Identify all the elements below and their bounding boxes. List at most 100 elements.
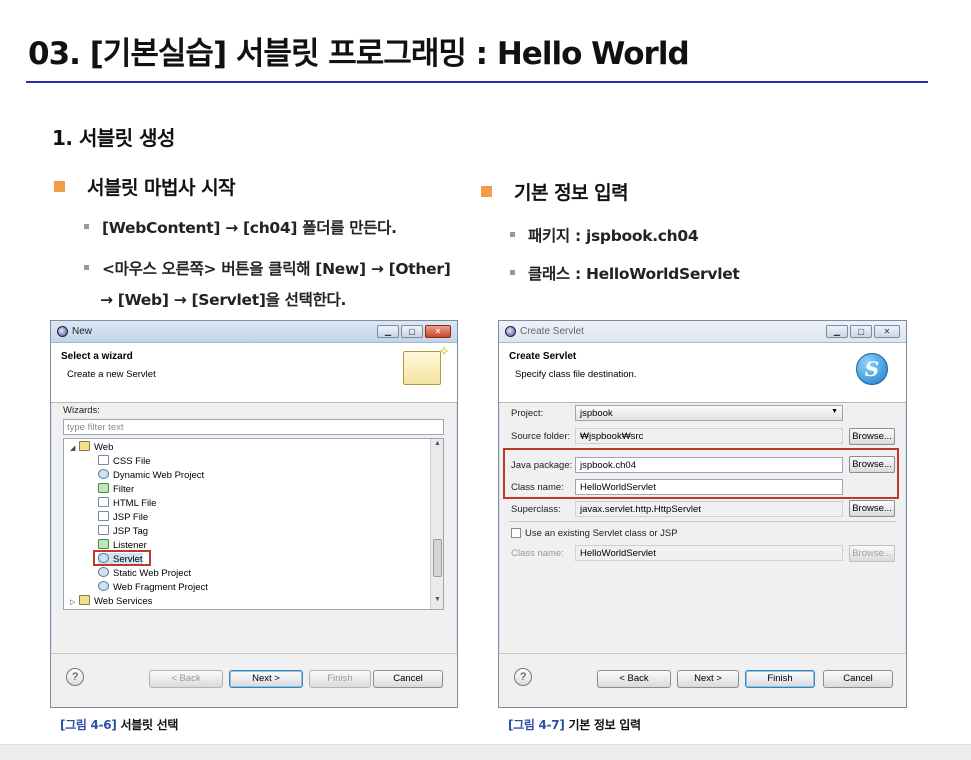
title-bar: New ▁ ▢ ✕: [51, 321, 457, 343]
bullet-square-icon: [481, 186, 492, 197]
vertical-scrollbar[interactable]: ▲ ▼: [430, 439, 443, 609]
bullet-dot-icon: [84, 265, 89, 270]
left-bullet-text: [WebContent] → [ch04] 폴더를 만든다.: [102, 219, 397, 237]
jsp-tag-icon: [98, 525, 109, 535]
browse-existing-button[interactable]: Browse...: [849, 545, 895, 562]
figure-caption-1: [그림 4-6] 서블릿 선택: [60, 716, 178, 733]
cancel-button[interactable]: Cancel: [823, 670, 893, 688]
minimize-button[interactable]: ▁: [377, 325, 399, 338]
maximize-button[interactable]: ▢: [850, 325, 872, 338]
source-folder-label: Source folder:: [511, 431, 571, 442]
browse-superclass-button[interactable]: Browse...: [849, 500, 895, 517]
left-bullet-continuation: → [Web] → [Servlet]을 선택한다.: [100, 291, 347, 309]
tree-item[interactable]: Static Web Project: [98, 567, 191, 579]
folder-icon: [79, 441, 90, 451]
tree-item[interactable]: Web Fragment Project: [98, 581, 208, 593]
bullet-dot-icon: [510, 270, 515, 275]
wizard-tree[interactable]: ◢ Web CSS File Dynamic Web Project Filter…: [63, 438, 444, 610]
filter-input[interactable]: type filter text: [63, 419, 444, 435]
section-heading: 1. 서블릿 생성: [52, 126, 175, 150]
folder-icon: [79, 595, 90, 605]
figure-caption-2: [그림 4-7] 기본 정보 입력: [508, 716, 641, 733]
window-title: New: [72, 326, 93, 337]
right-bullet-text: 패키지 : jspbook.ch04: [528, 227, 699, 245]
left-bullet: [WebContent] → [ch04] 폴더를 만든다.: [84, 216, 397, 238]
right-bullet: 패키지 : jspbook.ch04: [510, 224, 699, 246]
right-bullet: 클래스 : HelloWorldServlet: [510, 262, 740, 284]
separator: [509, 521, 896, 522]
title-divider: [26, 81, 928, 83]
use-existing-checkbox[interactable]: [511, 528, 521, 538]
eclipse-icon: [57, 326, 68, 337]
web-project-icon: [98, 469, 109, 479]
browse-source-button[interactable]: Browse...: [849, 428, 895, 445]
source-folder-field[interactable]: ₩jspbook₩src: [575, 428, 843, 444]
tree-item[interactable]: HTML File: [98, 497, 156, 509]
bullet-dot-icon: [84, 224, 89, 229]
bottom-bar: [0, 744, 971, 760]
caption-number: [그림 4-6]: [60, 718, 117, 732]
project-select[interactable]: jspbook ▼: [575, 405, 843, 421]
maximize-button[interactable]: ▢: [401, 325, 423, 338]
superclass-field[interactable]: javax.servlet.http.HttpServlet: [575, 501, 843, 517]
finish-button[interactable]: Finish: [309, 670, 371, 688]
tree-item[interactable]: JSP Tag: [98, 525, 148, 537]
highlight-box: [503, 448, 899, 499]
tree-item[interactable]: JSP File: [98, 511, 148, 523]
scroll-thumb[interactable]: [433, 539, 442, 577]
left-heading: 서블릿 마법사 시작: [54, 173, 236, 200]
window-title: Create Servlet: [520, 326, 584, 337]
scroll-down-icon[interactable]: ▼: [431, 596, 443, 608]
back-button[interactable]: < Back: [597, 670, 671, 688]
tree-item-web[interactable]: ◢ Web: [70, 441, 113, 453]
filter-icon: [98, 483, 109, 493]
header-title: Select a wizard: [61, 351, 133, 362]
page-title: 03. [기본실습] 서블릿 프로그래밍 : Hello World: [28, 36, 690, 72]
new-wizard-window: New ▁ ▢ ✕ Select a wizard Create a new S…: [50, 320, 458, 708]
class-name2-label: Class name:: [511, 548, 564, 559]
project-label: Project:: [511, 408, 544, 419]
wizard-footer: ? < Back Next > Finish Cancel: [51, 653, 457, 707]
tree-item-web-services[interactable]: ▷ Web Services: [70, 595, 152, 607]
bullet-square-icon: [54, 181, 65, 192]
collapse-icon[interactable]: ◢: [70, 444, 79, 452]
finish-button[interactable]: Finish: [745, 670, 815, 688]
expand-icon[interactable]: ▷: [70, 598, 79, 606]
listener-icon: [98, 539, 109, 549]
header-subtitle: Create a new Servlet: [67, 369, 156, 380]
close-button[interactable]: ✕: [425, 325, 451, 338]
cancel-button[interactable]: Cancel: [373, 670, 443, 688]
use-existing-label: Use an existing Servlet class or JSP: [525, 528, 678, 539]
caption-text: 기본 정보 입력: [568, 718, 642, 732]
minimize-button[interactable]: ▁: [826, 325, 848, 338]
header-title: Create Servlet: [509, 351, 577, 362]
wizards-label: Wizards:: [63, 405, 100, 416]
jsp-file-icon: [98, 511, 109, 521]
right-heading: 기본 정보 입력: [481, 178, 629, 205]
close-button[interactable]: ✕: [874, 325, 900, 338]
scroll-up-icon[interactable]: ▲: [431, 440, 443, 452]
tree-item[interactable]: CSS File: [98, 455, 150, 467]
caption-number: [그림 4-7]: [508, 718, 565, 732]
left-bullet: <마우스 오른쪽> 버튼을 클릭해 [New] → [Other]: [84, 257, 451, 279]
left-heading-text: 서블릿 마법사 시작: [87, 177, 236, 199]
dropdown-arrow-icon: ▼: [831, 408, 838, 415]
fragment-project-icon: [98, 581, 109, 591]
tree-item[interactable]: Dynamic Web Project: [98, 469, 204, 481]
static-project-icon: [98, 567, 109, 577]
help-icon[interactable]: ?: [66, 668, 84, 686]
class-name2-field[interactable]: HelloWorldServlet: [575, 545, 843, 561]
tree-item[interactable]: Filter: [98, 483, 134, 495]
highlight-box: [93, 550, 151, 566]
create-servlet-window: Create Servlet ▁ ▢ ✕ Create Servlet Spec…: [498, 320, 907, 708]
bullet-dot-icon: [510, 232, 515, 237]
next-button[interactable]: Next >: [677, 670, 739, 688]
wizard-icon: [403, 343, 450, 385]
help-icon[interactable]: ?: [514, 668, 532, 686]
right-bullet-text: 클래스 : HelloWorldServlet: [528, 265, 740, 283]
eclipse-icon: [505, 326, 516, 337]
next-button[interactable]: Next >: [229, 670, 303, 688]
caption-text: 서블릿 선택: [120, 718, 179, 732]
back-button[interactable]: < Back: [149, 670, 223, 688]
right-heading-text: 기본 정보 입력: [514, 182, 629, 204]
